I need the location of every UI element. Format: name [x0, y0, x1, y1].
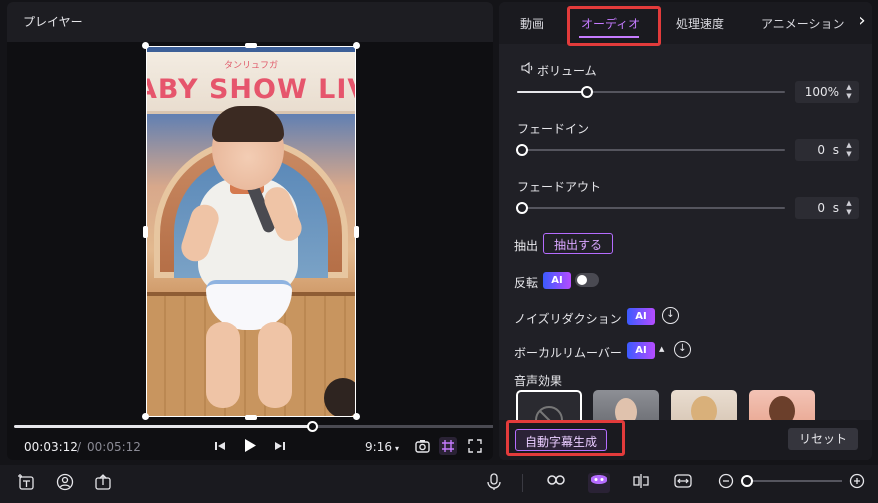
ai-mask-icon[interactable] — [588, 473, 610, 493]
resize-handle-bottom[interactable] — [245, 415, 257, 420]
prev-frame-icon[interactable] — [214, 440, 226, 455]
zoom-slider-track[interactable] — [748, 480, 842, 482]
current-time: 00:03:12 — [24, 440, 78, 454]
fade-in-slider-thumb[interactable] — [516, 144, 528, 156]
toolbar-divider — [522, 474, 523, 492]
fade-out-input[interactable]: 0 s ▲ ▼ — [795, 197, 859, 219]
resize-handle-right[interactable] — [354, 226, 359, 238]
chevron-right-icon[interactable]: › — [852, 10, 872, 36]
ai-badge: AI — [543, 272, 571, 289]
zoom-in-icon[interactable] — [847, 473, 867, 493]
noise-reduction-label: ノイズリダクション — [514, 312, 622, 326]
chevron-down-icon: ▾ — [394, 444, 399, 453]
reverse-toggle[interactable] — [575, 273, 599, 287]
toggle-knob — [577, 275, 587, 285]
player-header: プレイヤー — [7, 2, 493, 42]
zoom-out-icon[interactable] — [716, 473, 736, 493]
volume-slider-fill — [517, 91, 587, 93]
fade-out-unit: s — [832, 201, 839, 215]
split-icon[interactable] — [631, 473, 651, 493]
fade-out-slider-thumb[interactable] — [516, 202, 528, 214]
voice-effects-label: 音声効果 — [514, 374, 563, 388]
time-separator: / — [77, 440, 82, 454]
grid-icon[interactable] — [439, 437, 457, 455]
spin-up-icon[interactable]: ▲ — [844, 84, 854, 91]
resize-handle-top-left[interactable] — [142, 42, 149, 49]
export-icon[interactable] — [93, 473, 113, 493]
player-title: プレイヤー — [23, 15, 83, 29]
spin-down-icon[interactable]: ▼ — [844, 93, 854, 100]
tab-audio[interactable]: オーディオ — [581, 15, 640, 32]
microphone-icon[interactable] — [484, 473, 504, 493]
tab-speed[interactable]: 処理速度 — [676, 15, 724, 32]
spin-up-icon[interactable]: ▲ — [844, 200, 854, 207]
zoom-slider-thumb[interactable] — [741, 475, 753, 487]
volume-slider-thumb[interactable] — [581, 86, 593, 98]
resize-handle-bottom-left[interactable] — [142, 413, 149, 420]
tab-bar: 動画 オーディオ 処理速度 アニメーション › — [499, 2, 872, 44]
tab-video[interactable]: 動画 — [520, 15, 544, 32]
text-add-icon[interactable] — [17, 473, 37, 493]
reverse-label: 反転 — [514, 276, 539, 290]
download-icon[interactable]: ↓ — [662, 307, 679, 324]
fade-in-label: フェードイン — [517, 122, 590, 136]
volume-input[interactable]: 100% ▲ ▼ — [795, 81, 859, 103]
vocal-remover-label: ボーカルリムーバー — [514, 346, 622, 360]
selection-border — [146, 46, 356, 417]
spin-down-icon[interactable]: ▼ — [844, 209, 854, 216]
active-tab-indicator — [579, 36, 639, 38]
video-preview[interactable]: タンリュフガ ABY SHOW LIV — [142, 42, 360, 420]
resize-handle-bottom-right[interactable] — [353, 413, 360, 420]
face-icon[interactable] — [55, 473, 75, 493]
fade-out-label: フェードアウト — [517, 180, 602, 194]
next-frame-icon[interactable] — [274, 440, 286, 455]
fit-icon[interactable] — [673, 473, 693, 493]
timeline-remaining[interactable] — [314, 425, 493, 428]
resize-handle-top[interactable] — [245, 43, 257, 48]
spin-down-icon[interactable]: ▼ — [844, 151, 854, 158]
aspect-ratio-value: 9:16 — [365, 440, 392, 454]
player-panel: プレイヤー タンリュフガ ABY SHOW LIV 00:03:12 / 00:… — [7, 2, 493, 460]
total-time: 00:05:12 — [87, 440, 141, 454]
timeline-scrubber[interactable] — [307, 421, 318, 432]
download-icon[interactable]: ↓ — [674, 341, 691, 358]
volume-label: ボリューム — [537, 64, 597, 78]
ai-badge: AI — [627, 308, 655, 325]
fade-out-value: 0 — [817, 201, 825, 215]
tab-animation[interactable]: アニメーション — [761, 15, 845, 32]
aspect-ratio-select[interactable]: 9:16 ▾ — [365, 440, 399, 454]
auto-caption-button[interactable]: 自動字幕生成 — [515, 429, 608, 451]
link-icon[interactable] — [546, 473, 566, 493]
fullscreen-icon[interactable] — [468, 439, 482, 456]
ai-badge: AI — [627, 342, 655, 359]
fade-in-slider-track[interactable] — [517, 149, 785, 151]
snapshot-icon[interactable] — [415, 439, 430, 456]
play-icon[interactable] — [243, 438, 257, 456]
speaker-icon — [521, 61, 535, 77]
timeline-progress[interactable] — [14, 425, 314, 428]
fade-in-value: 0 — [817, 143, 825, 157]
reset-button[interactable]: リセット — [788, 428, 858, 450]
app-window: プレイヤー タンリュフガ ABY SHOW LIV 00:03:12 / 00:… — [0, 0, 878, 503]
volume-value: 100% — [804, 85, 839, 99]
extract-button[interactable]: 抽出する — [543, 233, 614, 254]
resize-handle-left[interactable] — [143, 226, 148, 238]
fade-in-unit: s — [832, 143, 839, 157]
properties-panel: 動画 オーディオ 処理速度 アニメーション › ボリューム 100% ▲ ▼ フ… — [499, 2, 872, 460]
spin-up-icon[interactable]: ▲ — [844, 142, 854, 149]
fade-in-input[interactable]: 0 s ▲ ▼ — [795, 139, 859, 161]
extract-label: 抽出 — [514, 239, 539, 253]
resize-handle-top-right[interactable] — [353, 42, 360, 49]
caret-up-icon[interactable]: ▲ — [659, 345, 664, 353]
fade-out-slider-track[interactable] — [517, 207, 785, 209]
